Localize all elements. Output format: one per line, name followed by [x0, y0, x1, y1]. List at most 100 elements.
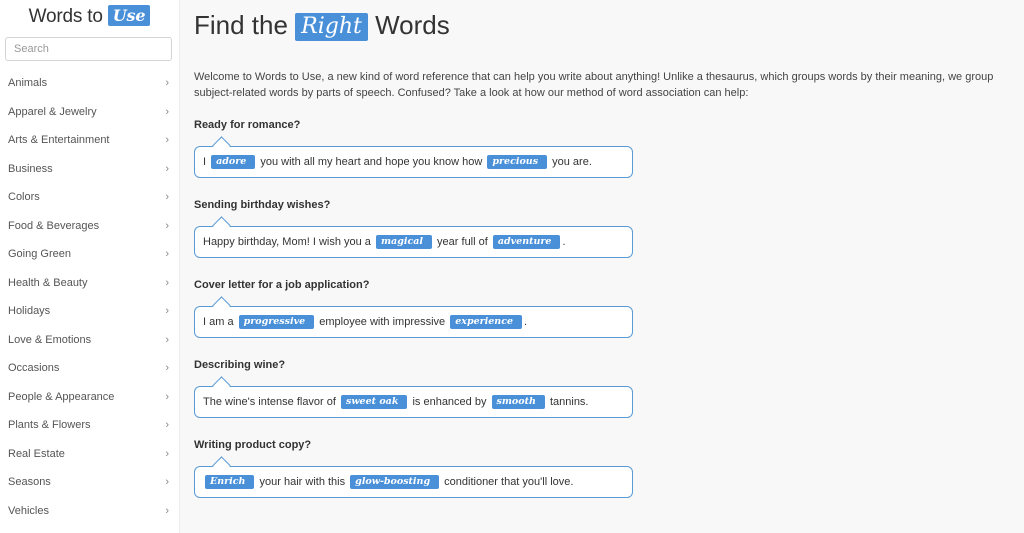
chevron-right-icon: › — [165, 134, 169, 147]
sentence-text: . — [524, 316, 528, 328]
sidebar-item-label: Real Estate — [8, 447, 65, 460]
chevron-right-icon: › — [165, 504, 169, 517]
chevron-right-icon: › — [165, 419, 169, 432]
word-tag[interactable]: smooth — [491, 395, 545, 409]
chevron-right-icon: › — [165, 162, 169, 175]
chevron-right-icon: › — [165, 191, 169, 204]
example-sentence-bubble: Happy birthday, Mom! I wish you a magica… — [194, 226, 633, 258]
sidebar-item-label: People & Appearance — [8, 390, 115, 403]
sentence-text: tannins. — [546, 396, 589, 408]
sentence-text: Happy birthday, Mom! I wish you a — [203, 236, 374, 248]
chevron-right-icon: › — [165, 276, 169, 289]
sidebar-item-going-green[interactable]: Going Green › — [0, 240, 179, 269]
example-sentence-bubble: I adore you with all my heart and hope y… — [194, 146, 633, 178]
sentence-text: employee with impressive — [316, 316, 449, 328]
example-sentence-bubble: Enrich your hair with this glow-boosting… — [194, 466, 633, 498]
sidebar: Words to Use Animals›Apparel & Jewelry›A… — [0, 0, 180, 533]
sidebar-item-business[interactable]: Business › — [0, 155, 179, 184]
sidebar-item-label: Vehicles — [8, 504, 49, 517]
title-badge: Right — [295, 13, 368, 41]
chevron-right-icon: › — [165, 105, 169, 118]
sentence-text: I am a — [203, 316, 237, 328]
sidebar-item-label: Health & Beauty — [8, 276, 88, 289]
sidebar-item-holidays[interactable]: Holidays › — [0, 297, 179, 326]
chevron-right-icon: › — [165, 447, 169, 460]
sidebar-item-seasons[interactable]: Seasons › — [0, 468, 179, 497]
examples-list: Ready for romance? I adore you with all m… — [194, 118, 1014, 498]
example-block: Sending birthday wishes? Happy birthday, … — [194, 198, 1014, 258]
chevron-right-icon: › — [165, 305, 169, 318]
sidebar-item-label: Animals — [8, 77, 48, 90]
sidebar-item-love-emotions[interactable]: Love & Emotions › — [0, 326, 179, 355]
title-text-after: Words — [367, 10, 450, 40]
sentence-text: you with all my heart and hope you know … — [257, 156, 486, 168]
word-tag[interactable]: glow-boosting — [350, 475, 440, 489]
chevron-right-icon: › — [165, 248, 169, 261]
example-heading: Writing product copy? — [194, 439, 312, 451]
sidebar-item-animals[interactable]: Animals › — [0, 69, 179, 98]
sentence-text: year full of — [434, 236, 491, 248]
sidebar-item-real-estate[interactable]: Real Estate › — [0, 440, 179, 469]
logo-badge: Use — [107, 5, 151, 26]
sidebar-item-label: Going Green — [8, 248, 71, 261]
example-block: Ready for romance? I adore you with all m… — [194, 118, 1014, 178]
word-tag[interactable]: precious — [487, 155, 548, 169]
sidebar-item-health-beauty[interactable]: Health & Beauty › — [0, 269, 179, 298]
chevron-right-icon: › — [165, 390, 169, 403]
word-tag[interactable]: experience — [450, 315, 523, 329]
word-tag[interactable]: adore — [211, 155, 256, 169]
example-block: Describing wine? The wine's intense flavo… — [194, 358, 1014, 418]
intro-paragraph: Welcome to Words to Use, a new kind of w… — [194, 71, 994, 99]
word-tag[interactable]: sweet oak — [341, 395, 408, 409]
chevron-right-icon: › — [165, 476, 169, 489]
sentence-text: is enhanced by — [409, 396, 490, 408]
example-heading: Cover letter for a job application? — [194, 279, 370, 291]
sidebar-item-food-beverages[interactable]: Food & Beverages › — [0, 212, 179, 241]
chevron-right-icon: › — [165, 362, 169, 375]
sentence-text: I — [203, 156, 210, 168]
sidebar-item-label: Arts & Entertainment — [8, 134, 110, 147]
sidebar-item-label: Apparel & Jewelry — [8, 105, 97, 118]
sidebar-item-label: Food & Beverages — [8, 219, 100, 232]
example-heading: Ready for romance? — [194, 119, 301, 131]
sidebar-item-vehicles[interactable]: Vehicles › — [0, 497, 179, 526]
example-heading: Sending birthday wishes? — [194, 199, 331, 211]
sidebar-item-label: Plants & Flowers — [8, 419, 91, 432]
example-block: Cover letter for a job application? I am … — [194, 278, 1014, 338]
word-tag[interactable]: progressive — [238, 315, 315, 329]
sidebar-item-label: Occasions — [8, 362, 60, 375]
chevron-right-icon: › — [165, 77, 169, 90]
sidebar-item-label: Business — [8, 162, 53, 175]
sidebar-item-label: Holidays — [8, 305, 51, 318]
word-tag[interactable]: adventure — [492, 235, 561, 249]
sentence-text: conditioner that you'll love. — [441, 476, 574, 488]
sidebar-item-apparel-jewelry[interactable]: Apparel & Jewelry › — [0, 98, 179, 127]
sidebar-item-occasions[interactable]: Occasions › — [0, 354, 179, 383]
sentence-text: The wine's intense flavor of — [203, 396, 340, 408]
example-block: Writing product copy? Enrich your hair wi… — [194, 438, 1014, 498]
example-sentence-bubble: The wine's intense flavor of sweet oak i… — [194, 386, 633, 418]
sidebar-item-label: Love & Emotions — [8, 333, 92, 346]
logo-text: Words to — [28, 6, 108, 27]
example-heading: Describing wine? — [194, 359, 286, 371]
search-input[interactable] — [5, 37, 172, 61]
word-tag[interactable]: magical — [375, 235, 432, 249]
sidebar-item-label: Seasons — [8, 476, 51, 489]
sidebar-item-colors[interactable]: Colors › — [0, 183, 179, 212]
sentence-text: . — [562, 236, 566, 248]
sentence-text: you are. — [549, 156, 592, 168]
word-tag[interactable]: Enrich — [205, 475, 255, 489]
chevron-right-icon: › — [165, 219, 169, 232]
chevron-right-icon: › — [165, 333, 169, 346]
sentence-text: your hair with this — [256, 476, 349, 488]
main-content: Find the Right Words Welcome to Words to… — [194, 0, 1014, 498]
category-nav: Animals › Apparel & Jewelry › Arts & Enterta… — [0, 69, 179, 525]
title-text-before: Find the — [194, 10, 296, 40]
sidebar-item-arts-entertainment[interactable]: Arts & Entertainment › — [0, 126, 179, 155]
sidebar-item-plants-flowers[interactable]: Plants & Flowers › — [0, 411, 179, 440]
site-logo[interactable]: Words to Use — [0, 0, 179, 31]
sidebar-item-label: Colors — [8, 191, 40, 204]
example-sentence-bubble: I am a progressive employee with impress… — [194, 306, 633, 338]
page-title: Find the Right Words — [194, 8, 1014, 42]
sidebar-item-people-appearance[interactable]: People & Appearance › — [0, 383, 179, 412]
